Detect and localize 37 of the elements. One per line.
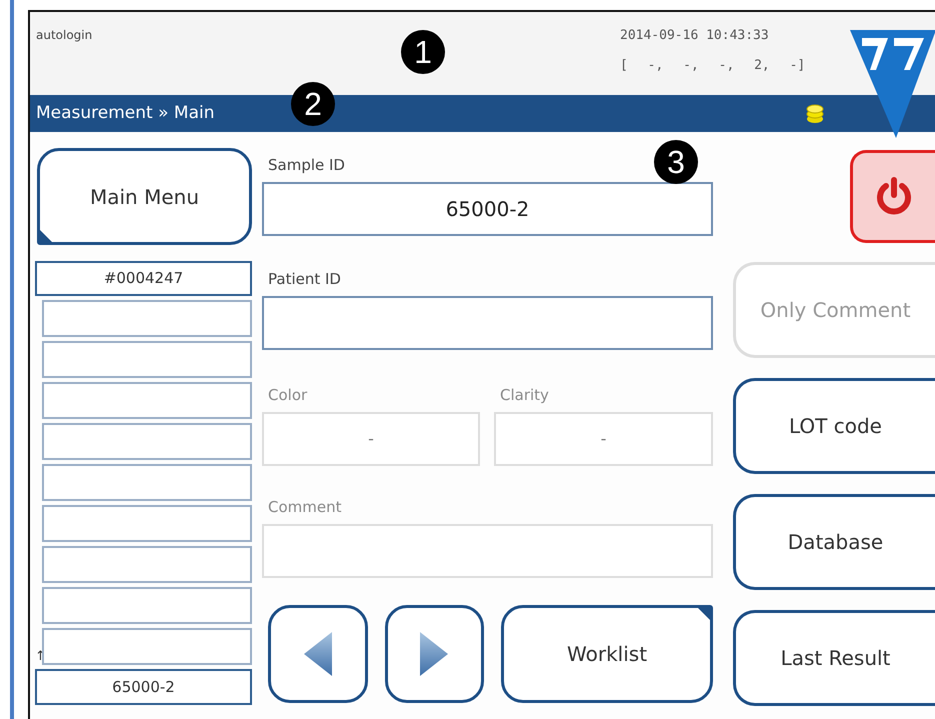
- input-field[interactable]: [262, 296, 713, 350]
- forward-button[interactable]: [384, 605, 484, 703]
- sample-list-footer: 65000-2: [35, 669, 252, 705]
- status-readout: [ -, -, -, 2, -]: [620, 57, 806, 75]
- sample-list-header: #0004247: [35, 261, 252, 296]
- sample-list-row[interactable]: [42, 341, 252, 378]
- power-icon: [875, 176, 913, 216]
- user-name: autologin: [36, 27, 92, 44]
- worklist-button[interactable]: Worklist: [501, 605, 713, 703]
- right-arrow-icon: [418, 630, 450, 678]
- side-button[interactable]: Database: [733, 494, 935, 590]
- input-field[interactable]: 65000-2: [262, 182, 713, 236]
- left-arrow-icon: [302, 630, 334, 678]
- power-button[interactable]: [850, 150, 935, 243]
- side-button[interactable]: Last Result: [733, 610, 935, 706]
- database-icon: [806, 104, 824, 124]
- sample-list-row[interactable]: [42, 546, 252, 583]
- side-button[interactable]: LOT code: [733, 378, 935, 474]
- date-time: 2014-09-16 10:43:33: [620, 27, 769, 45]
- input-field: -: [262, 412, 480, 466]
- input-field: -: [494, 412, 713, 466]
- field-label: Clarity: [499, 384, 549, 406]
- back-button[interactable]: [268, 605, 368, 703]
- side-button: Only Comment: [733, 262, 935, 358]
- sample-list-row[interactable]: [42, 300, 252, 337]
- sample-list-row[interactable]: [42, 382, 252, 419]
- field-label: Comment: [267, 496, 342, 518]
- field-label: Sample ID: [267, 154, 345, 176]
- sample-list-row[interactable]: [42, 628, 252, 665]
- main-menu-button[interactable]: Main Menu: [37, 148, 252, 245]
- sample-list-row[interactable]: [42, 423, 252, 460]
- sample-list-row[interactable]: [42, 464, 252, 501]
- sample-list-row[interactable]: [42, 505, 252, 542]
- field-label: Color: [267, 384, 308, 406]
- breadcrumb: Measurement » Main: [36, 102, 214, 125]
- field-label: Patient ID: [267, 268, 341, 290]
- sample-list-row[interactable]: [42, 587, 252, 624]
